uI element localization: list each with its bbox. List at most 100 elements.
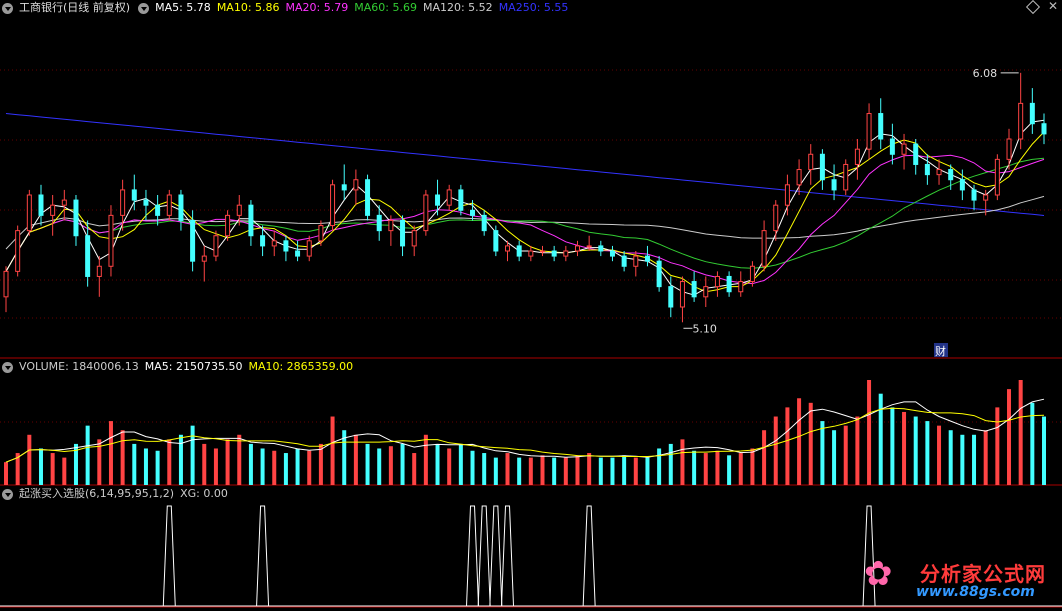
collapse-triangle-icon[interactable]	[138, 2, 150, 14]
volume-bar	[948, 430, 953, 485]
volume-bar	[27, 434, 32, 485]
ma-label-0: MA5: 5.78	[155, 1, 211, 14]
volume-bar	[832, 430, 837, 485]
volume-bar	[505, 453, 510, 485]
candle-body	[505, 245, 511, 252]
volume-bar	[178, 434, 183, 485]
candle-body	[761, 230, 767, 267]
volume-bar	[552, 457, 557, 485]
volume-bar	[913, 416, 918, 485]
collapse-triangle-icon[interactable]	[2, 361, 13, 373]
ma-label-4: MA120: 5.52	[422, 1, 493, 14]
xg-signal	[256, 505, 270, 607]
event-marker-label: 财	[935, 344, 946, 358]
ma-label-2: MA20: 5.79	[285, 1, 349, 14]
volume-bar	[365, 443, 370, 485]
candle-body	[3, 270, 9, 298]
xg-signal	[582, 505, 596, 607]
volume-bar	[470, 450, 475, 485]
volume-bar	[902, 411, 907, 485]
xg-signal	[162, 505, 176, 607]
volume-bar	[412, 453, 417, 485]
volume-bar	[878, 393, 883, 485]
indicator-label-0: 起涨买入选股(6,14,95,95,1,2)	[19, 487, 175, 500]
stock-chart[interactable]: 6.08 5.10 财	[0, 0, 1062, 611]
volume-bar	[458, 443, 463, 485]
watermark-logo: ✿ 分析家公式网 www.88gs.com	[858, 552, 1062, 608]
candle-body	[96, 265, 102, 277]
candle-body	[108, 214, 114, 267]
collapse-triangle-icon[interactable]	[2, 2, 13, 14]
volume-bar	[587, 453, 592, 485]
candle-body	[889, 138, 895, 155]
volume-bar	[715, 450, 720, 485]
candle-body	[213, 235, 219, 257]
volume-ma10-line	[5, 407, 1045, 463]
candle-body	[190, 219, 196, 262]
volume-label-0: VOLUME: 1840006.13	[19, 360, 139, 373]
high-price-label: 6.08	[973, 67, 998, 80]
xg-signal	[501, 505, 515, 607]
volume-bar	[307, 450, 312, 485]
volume-bar	[983, 430, 988, 485]
ma250-line	[5, 113, 1045, 216]
candle-body	[773, 204, 779, 232]
candle-body	[143, 199, 149, 206]
candle-body	[901, 143, 907, 155]
candle-body	[411, 230, 417, 247]
volume-bar	[50, 453, 55, 485]
volume-bar	[785, 407, 790, 485]
candle-body	[50, 204, 56, 216]
candle-body	[201, 255, 207, 262]
candle-body	[131, 189, 137, 201]
volume-bar	[202, 443, 207, 485]
candle-body	[784, 184, 790, 206]
volume-bar	[330, 416, 335, 485]
collapse-triangle-icon[interactable]	[2, 488, 13, 500]
volume-bar	[890, 407, 895, 485]
ma-label-1: MA10: 5.86	[216, 1, 280, 14]
candle-body	[73, 199, 79, 237]
indicator-label-row: 起涨买入选股(6,14,95,95,1,2) XG: 0.00	[19, 486, 234, 502]
candle-body	[61, 199, 67, 206]
volume-bar	[575, 455, 580, 485]
candle-body	[983, 194, 989, 201]
volume-bar	[843, 425, 848, 485]
candle-body	[481, 214, 487, 232]
volume-bar	[423, 434, 428, 485]
candle-body	[621, 255, 627, 267]
candle-body	[446, 189, 452, 206]
candle-body	[738, 281, 744, 293]
candle-body	[843, 163, 849, 191]
volume-bar	[1007, 389, 1012, 485]
candle-body	[936, 169, 942, 176]
candle-body	[1018, 102, 1024, 140]
volume-bar	[937, 425, 942, 485]
volume-bar	[797, 398, 802, 485]
ma-label-3: MA60: 5.69	[354, 1, 417, 14]
candle-body	[225, 214, 231, 237]
ma60-line	[5, 157, 1045, 272]
volume-bar	[493, 457, 498, 485]
volume-panel-header: VOLUME: 1840006.13 MA5: 2150735.50 MA10: 2…	[0, 359, 365, 375]
candle-body	[15, 230, 21, 272]
candle-body	[971, 189, 977, 201]
volume-bar	[1018, 380, 1023, 485]
candle-body	[493, 230, 499, 252]
volume-bar	[960, 434, 965, 485]
volume-bar	[225, 439, 230, 485]
volume-bar	[808, 402, 813, 485]
candle-body	[994, 158, 1000, 196]
volume-bar	[377, 448, 382, 485]
volume-bar	[692, 450, 697, 485]
close-icon[interactable]: ✕	[1048, 0, 1058, 13]
candle-body	[913, 143, 919, 165]
volume-bar	[447, 448, 452, 485]
candle-body	[236, 204, 242, 216]
volume-bar	[703, 453, 708, 485]
volume-bar	[388, 446, 393, 485]
volume-bar	[260, 448, 265, 485]
volume-bar	[867, 380, 872, 485]
volume-bar	[482, 453, 487, 485]
candle-body	[551, 250, 557, 257]
